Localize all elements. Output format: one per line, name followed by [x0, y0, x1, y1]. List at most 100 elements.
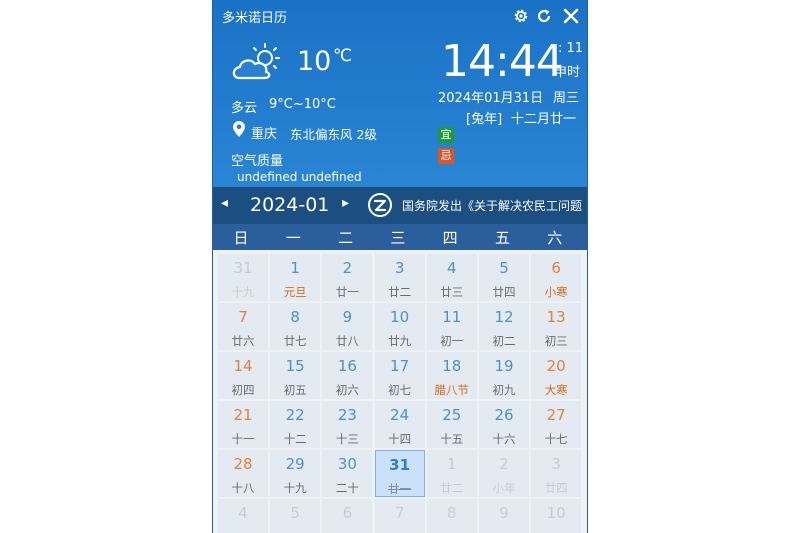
close-icon[interactable] [562, 7, 580, 25]
lunar-day: 廿六 [231, 334, 255, 348]
day-number: 16 [337, 357, 357, 375]
temperature-unit: ℃ [333, 46, 353, 66]
calendar-day[interactable]: 4 [218, 499, 268, 533]
calendar-day[interactable]: 12 初二 [479, 303, 529, 350]
calendar-day[interactable]: 10 [531, 499, 582, 533]
calendar-day[interactable]: 29 十九 [270, 450, 321, 497]
day-number: 3 [394, 259, 405, 277]
weekday-header-cell: 六 [547, 229, 563, 247]
calendar-day[interactable]: 19 初九 [479, 352, 529, 399]
calendar-day[interactable]: 6 [322, 499, 373, 533]
history-today-icon[interactable] [367, 192, 393, 218]
day-number: 1 [290, 259, 300, 277]
calendar-day[interactable]: 26 十六 [479, 401, 529, 448]
temperature: 10 [297, 46, 332, 77]
prev-month-button[interactable]: ◂ [221, 195, 228, 211]
calendar-day[interactable]: 31 十九 [218, 254, 268, 301]
yi-badge[interactable]: 宜 [438, 127, 454, 143]
lunar-day: 廿八 [335, 334, 359, 348]
air-quality-value: undefined undefined [237, 170, 362, 184]
calendar-day[interactable]: 15 初五 [270, 352, 321, 399]
lunar-day: 初一 [440, 334, 464, 348]
calendar-day[interactable]: 7 廿六 [218, 303, 268, 350]
lunar-day: 初九 [492, 383, 516, 397]
location-pin-icon [233, 121, 245, 137]
weekday-header-cell: 四 [442, 229, 458, 247]
lunar-day: 小年 [492, 481, 516, 495]
weekday-header-cell: 二 [338, 229, 354, 247]
lunar-day: 初五 [283, 383, 307, 397]
ji-badge[interactable]: 忌 [438, 148, 454, 164]
calendar-day[interactable]: 5 [270, 499, 321, 533]
lunar-day: 廿二 [388, 285, 412, 299]
calendar-day[interactable]: 6 小寒 [531, 254, 582, 301]
calendar-day[interactable]: 13 初三 [531, 303, 582, 350]
day-number: 30 [337, 455, 357, 473]
lunar-day: 初四 [231, 383, 255, 397]
shichen-label: 申时 [554, 65, 581, 80]
calendar-day[interactable]: 10 廿九 [374, 303, 425, 350]
gear-icon[interactable] [512, 7, 530, 25]
calendar-day[interactable]: 4 廿三 [426, 254, 477, 301]
weekday-header-cell: 三 [390, 229, 406, 247]
calendar-day[interactable]: 9 [479, 499, 529, 533]
calendar-day[interactable]: 17 初七 [374, 352, 425, 399]
calendar-day[interactable]: 8 廿七 [270, 303, 321, 350]
calendar-day[interactable]: 11 初一 [426, 303, 477, 350]
calendar-day[interactable]: 23 十三 [322, 401, 373, 448]
lunar-day: 十八 [231, 481, 255, 495]
lunar-day: 廿一 [335, 285, 359, 299]
lunar-day: 十九 [231, 285, 255, 299]
lunar-day: 元旦 [283, 285, 307, 299]
weekday-header: 日一二三四五六 [213, 224, 587, 250]
calendar-day[interactable]: 20 大寒 [531, 352, 582, 399]
day-number: 4 [447, 259, 457, 277]
lunar-date: 十二月廿一 [511, 112, 577, 127]
calendar-day[interactable]: 2 廿一 [322, 254, 373, 301]
city-name[interactable]: 重庆 [251, 123, 277, 142]
calendar-day[interactable]: 8 [426, 499, 477, 533]
month-nav-bar: ◂ 2024-01 ▸ 国务院发出《关于解决农民工问题 [213, 187, 587, 224]
cloudy-sun-icon [232, 43, 280, 80]
lunar-day: 廿九 [388, 334, 412, 348]
day-number: 5 [290, 504, 300, 522]
news-ticker[interactable]: 国务院发出《关于解决农民工问题 [402, 197, 587, 214]
calendar-day-today[interactable]: 31 廿一 [374, 450, 425, 497]
calendar-day[interactable]: 9 廿八 [322, 303, 373, 350]
calendar-day[interactable]: 25 十五 [426, 401, 477, 448]
gregorian-date: 2024年01月31日 [438, 91, 544, 106]
next-month-button[interactable]: ▸ [342, 195, 349, 211]
day-number: 21 [233, 406, 253, 424]
temperature-range: 9°C~10°C [269, 97, 336, 112]
calendar-day[interactable]: 3 廿二 [374, 254, 425, 301]
day-number: 3 [551, 455, 561, 473]
day-number: 25 [442, 406, 462, 424]
calendar-day[interactable]: 2 小年 [479, 450, 529, 497]
day-number: 8 [447, 504, 457, 522]
calendar-day[interactable]: 21 十一 [218, 401, 268, 448]
day-number: 9 [342, 308, 353, 326]
calendar-day[interactable]: 7 [374, 499, 425, 533]
calendar-day[interactable]: 22 十二 [270, 401, 321, 448]
lunar-day: 廿七 [283, 334, 307, 348]
month-label[interactable]: 2024-01 [250, 194, 329, 216]
day-number: 28 [233, 455, 253, 473]
calendar-day[interactable]: 24 十四 [374, 401, 425, 448]
calendar-day[interactable]: 27 十七 [531, 401, 582, 448]
lunar-day: 廿四 [544, 481, 568, 495]
day-number: 31 [233, 259, 253, 277]
calendar-day[interactable]: 14 初四 [218, 352, 268, 399]
calendar-day[interactable]: 3 廿四 [531, 450, 582, 497]
lunar-day: 廿二 [440, 481, 464, 495]
calendar-day[interactable]: 1 元旦 [270, 254, 321, 301]
calendar-day[interactable]: 16 初六 [322, 352, 373, 399]
refresh-icon[interactable] [535, 7, 553, 25]
calendar-day[interactable]: 18 腊八节 [426, 352, 477, 399]
day-number: 29 [285, 455, 305, 473]
calendar-day[interactable]: 30 二十 [322, 450, 373, 497]
calendar-day[interactable]: 28 十八 [218, 450, 268, 497]
calendar-day[interactable]: 1 廿二 [426, 450, 477, 497]
day-number: 5 [499, 259, 509, 277]
lunar-day: 十五 [440, 432, 464, 446]
calendar-day[interactable]: 5 廿四 [479, 254, 529, 301]
